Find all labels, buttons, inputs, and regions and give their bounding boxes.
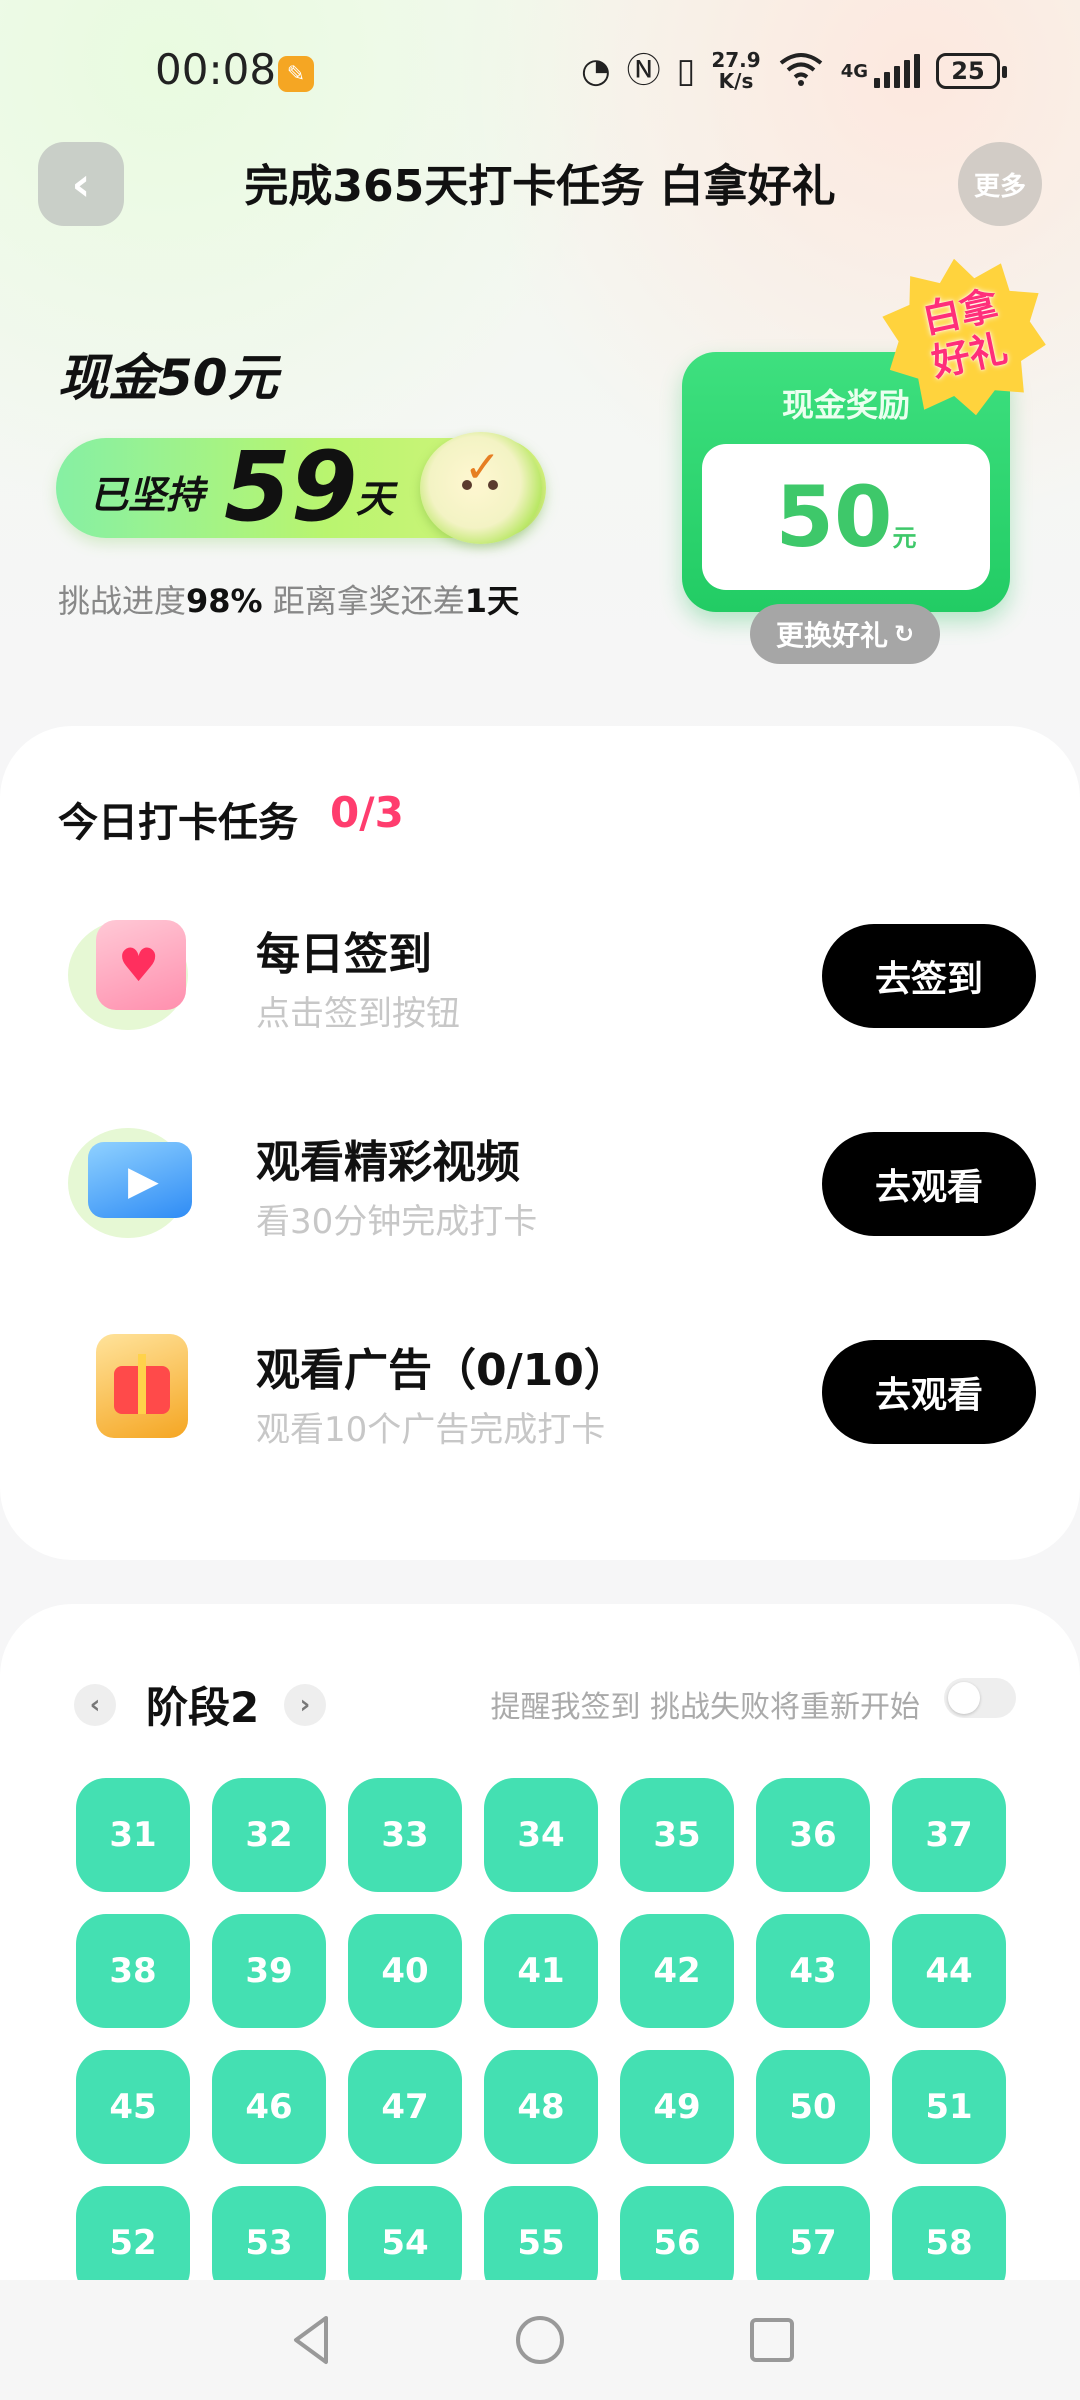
nav-home-icon[interactable] (510, 2310, 570, 2370)
day-cell[interactable]: 37 (892, 1778, 1006, 1892)
day-cell[interactable]: 33 (348, 1778, 462, 1892)
day-cell[interactable]: 35 (620, 1778, 734, 1892)
day-cell[interactable]: 47 (348, 2050, 462, 2164)
day-cell[interactable]: 45 (76, 2050, 190, 2164)
change-gift-label: 更换好礼 (775, 619, 888, 652)
day-cell[interactable]: 42 (620, 1914, 734, 2028)
day-cell[interactable]: 48 (484, 2050, 598, 2164)
reward-amount-unit: 元 (892, 524, 917, 552)
system-nav-bar (0, 2280, 1080, 2400)
task-row-daily-checkin: ♥ 每日签到 点击签到按钮 去签到 (0, 884, 1080, 1054)
watch-ads-button[interactable]: 去观看 (822, 1340, 1036, 1444)
toggle-knob (948, 1682, 980, 1714)
day-cell[interactable]: 50 (756, 2050, 870, 2164)
challenge-progress: 挑战进度98% 距离拿奖还差1天 (58, 576, 519, 622)
network-type: 4G (840, 60, 868, 82)
day-cell[interactable]: 44 (892, 1914, 1006, 2028)
day-cell[interactable]: 32 (212, 1778, 326, 1892)
network-speed-unit: K/s (718, 69, 754, 93)
progress-middle: 距离拿奖还差 (262, 582, 465, 620)
task-row-watch-ads: 观看广告（0/10） 观看10个广告完成打卡 去观看 (0, 1300, 1080, 1470)
network-speed: 27.9 K/s (711, 50, 760, 92)
watch-video-button[interactable]: 去观看 (822, 1132, 1036, 1236)
notification-app-icon: ✎ (278, 56, 314, 92)
day-cell[interactable]: 34 (484, 1778, 598, 1892)
progress-percent: 98% (186, 582, 263, 620)
calendar-heart-icon: ♥ (68, 912, 198, 1032)
refresh-icon: ↻ (893, 620, 915, 648)
battery-icon: 25 (936, 53, 1007, 89)
task-subtitle: 看30分钟完成打卡 (256, 1202, 538, 1242)
checkin-button[interactable]: 去签到 (822, 924, 1036, 1028)
signal-icon (874, 54, 920, 88)
task-title: 每日签到 (256, 929, 432, 980)
previous-stage-button[interactable]: ‹ (74, 1684, 116, 1726)
nav-recents-icon[interactable] (742, 2310, 802, 2370)
network-speed-value: 27.9 (711, 48, 761, 72)
day-cell[interactable]: 39 (212, 1914, 326, 2028)
change-gift-button[interactable]: 更换好礼 ↻ (750, 604, 940, 664)
status-bar: 00:08 ✎ ◔ Ⓝ ▯ 27.9 K/s 4G 25 (0, 0, 1080, 140)
day-cell[interactable]: 38 (76, 1914, 190, 2028)
reward-amount-value: 50 (775, 468, 893, 566)
day-cell[interactable]: 51 (892, 2050, 1006, 2164)
chevron-left-icon: ‹ (89, 1690, 101, 1720)
task-title: 观看精彩视频 (256, 1137, 520, 1188)
gift-box-icon (68, 1328, 198, 1448)
persist-label: 已坚持 (90, 473, 205, 517)
status-icons: ◔ Ⓝ ▯ 27.9 K/s 4G 25 (580, 48, 1007, 94)
task-row-watch-video: ▶ 观看精彩视频 看30分钟完成打卡 去观看 (0, 1092, 1080, 1262)
progress-prefix: 挑战进度 (58, 582, 187, 620)
clock-mascot-icon: ✓ (420, 432, 542, 544)
speedometer-icon: ◔ (580, 51, 611, 91)
reminder-toggle[interactable] (944, 1678, 1016, 1718)
stage-title: 阶段2 (146, 1683, 260, 1732)
nav-back-icon[interactable] (282, 2310, 342, 2370)
task-subtitle: 点击签到按钮 (256, 994, 460, 1034)
tasks-heading: 今日打卡任务 (58, 800, 298, 846)
reward-amount-box: 50元 (702, 444, 990, 590)
day-cell[interactable]: 41 (484, 1914, 598, 2028)
day-cell[interactable]: 46 (212, 2050, 326, 2164)
wifi-icon (777, 51, 825, 91)
day-cell[interactable]: 43 (756, 1914, 870, 2028)
task-title: 观看广告（0/10） (256, 1345, 628, 1396)
page-title: 完成365天打卡任务 白拿好礼 (244, 161, 836, 212)
day-cell[interactable]: 31 (76, 1778, 190, 1892)
cash-prize-title: 现金50元 (58, 349, 278, 407)
video-play-icon: ▶ (68, 1120, 198, 1240)
status-time: 00:08 (155, 45, 277, 94)
day-cell[interactable]: 49 (620, 2050, 734, 2164)
day-cell[interactable]: 40 (348, 1914, 462, 2028)
next-stage-button[interactable]: › (284, 1684, 326, 1726)
task-subtitle: 观看10个广告完成打卡 (256, 1410, 606, 1450)
vibrate-icon: ▯ (676, 51, 696, 91)
nfc-icon: Ⓝ (626, 51, 661, 91)
reward-amount: 50元 (702, 472, 990, 562)
today-tasks-card: 今日打卡任务 0/3 ♥ 每日签到 点击签到按钮 去签到 ▶ 观看精彩视频 看3… (0, 726, 1080, 1560)
battery-level: 25 (951, 57, 985, 85)
day-cell[interactable]: 36 (756, 1778, 870, 1892)
persist-days-unit: 天 (356, 477, 395, 521)
persist-days-count: 59 (224, 431, 358, 543)
chevron-right-icon: › (299, 1690, 311, 1720)
reminder-text: 提醒我签到 挑战失败将重新开始 (490, 1690, 920, 1725)
tasks-count: 0/3 (330, 788, 404, 837)
more-button[interactable]: 更多 (958, 142, 1042, 226)
remaining-days: 1天 (464, 582, 520, 620)
